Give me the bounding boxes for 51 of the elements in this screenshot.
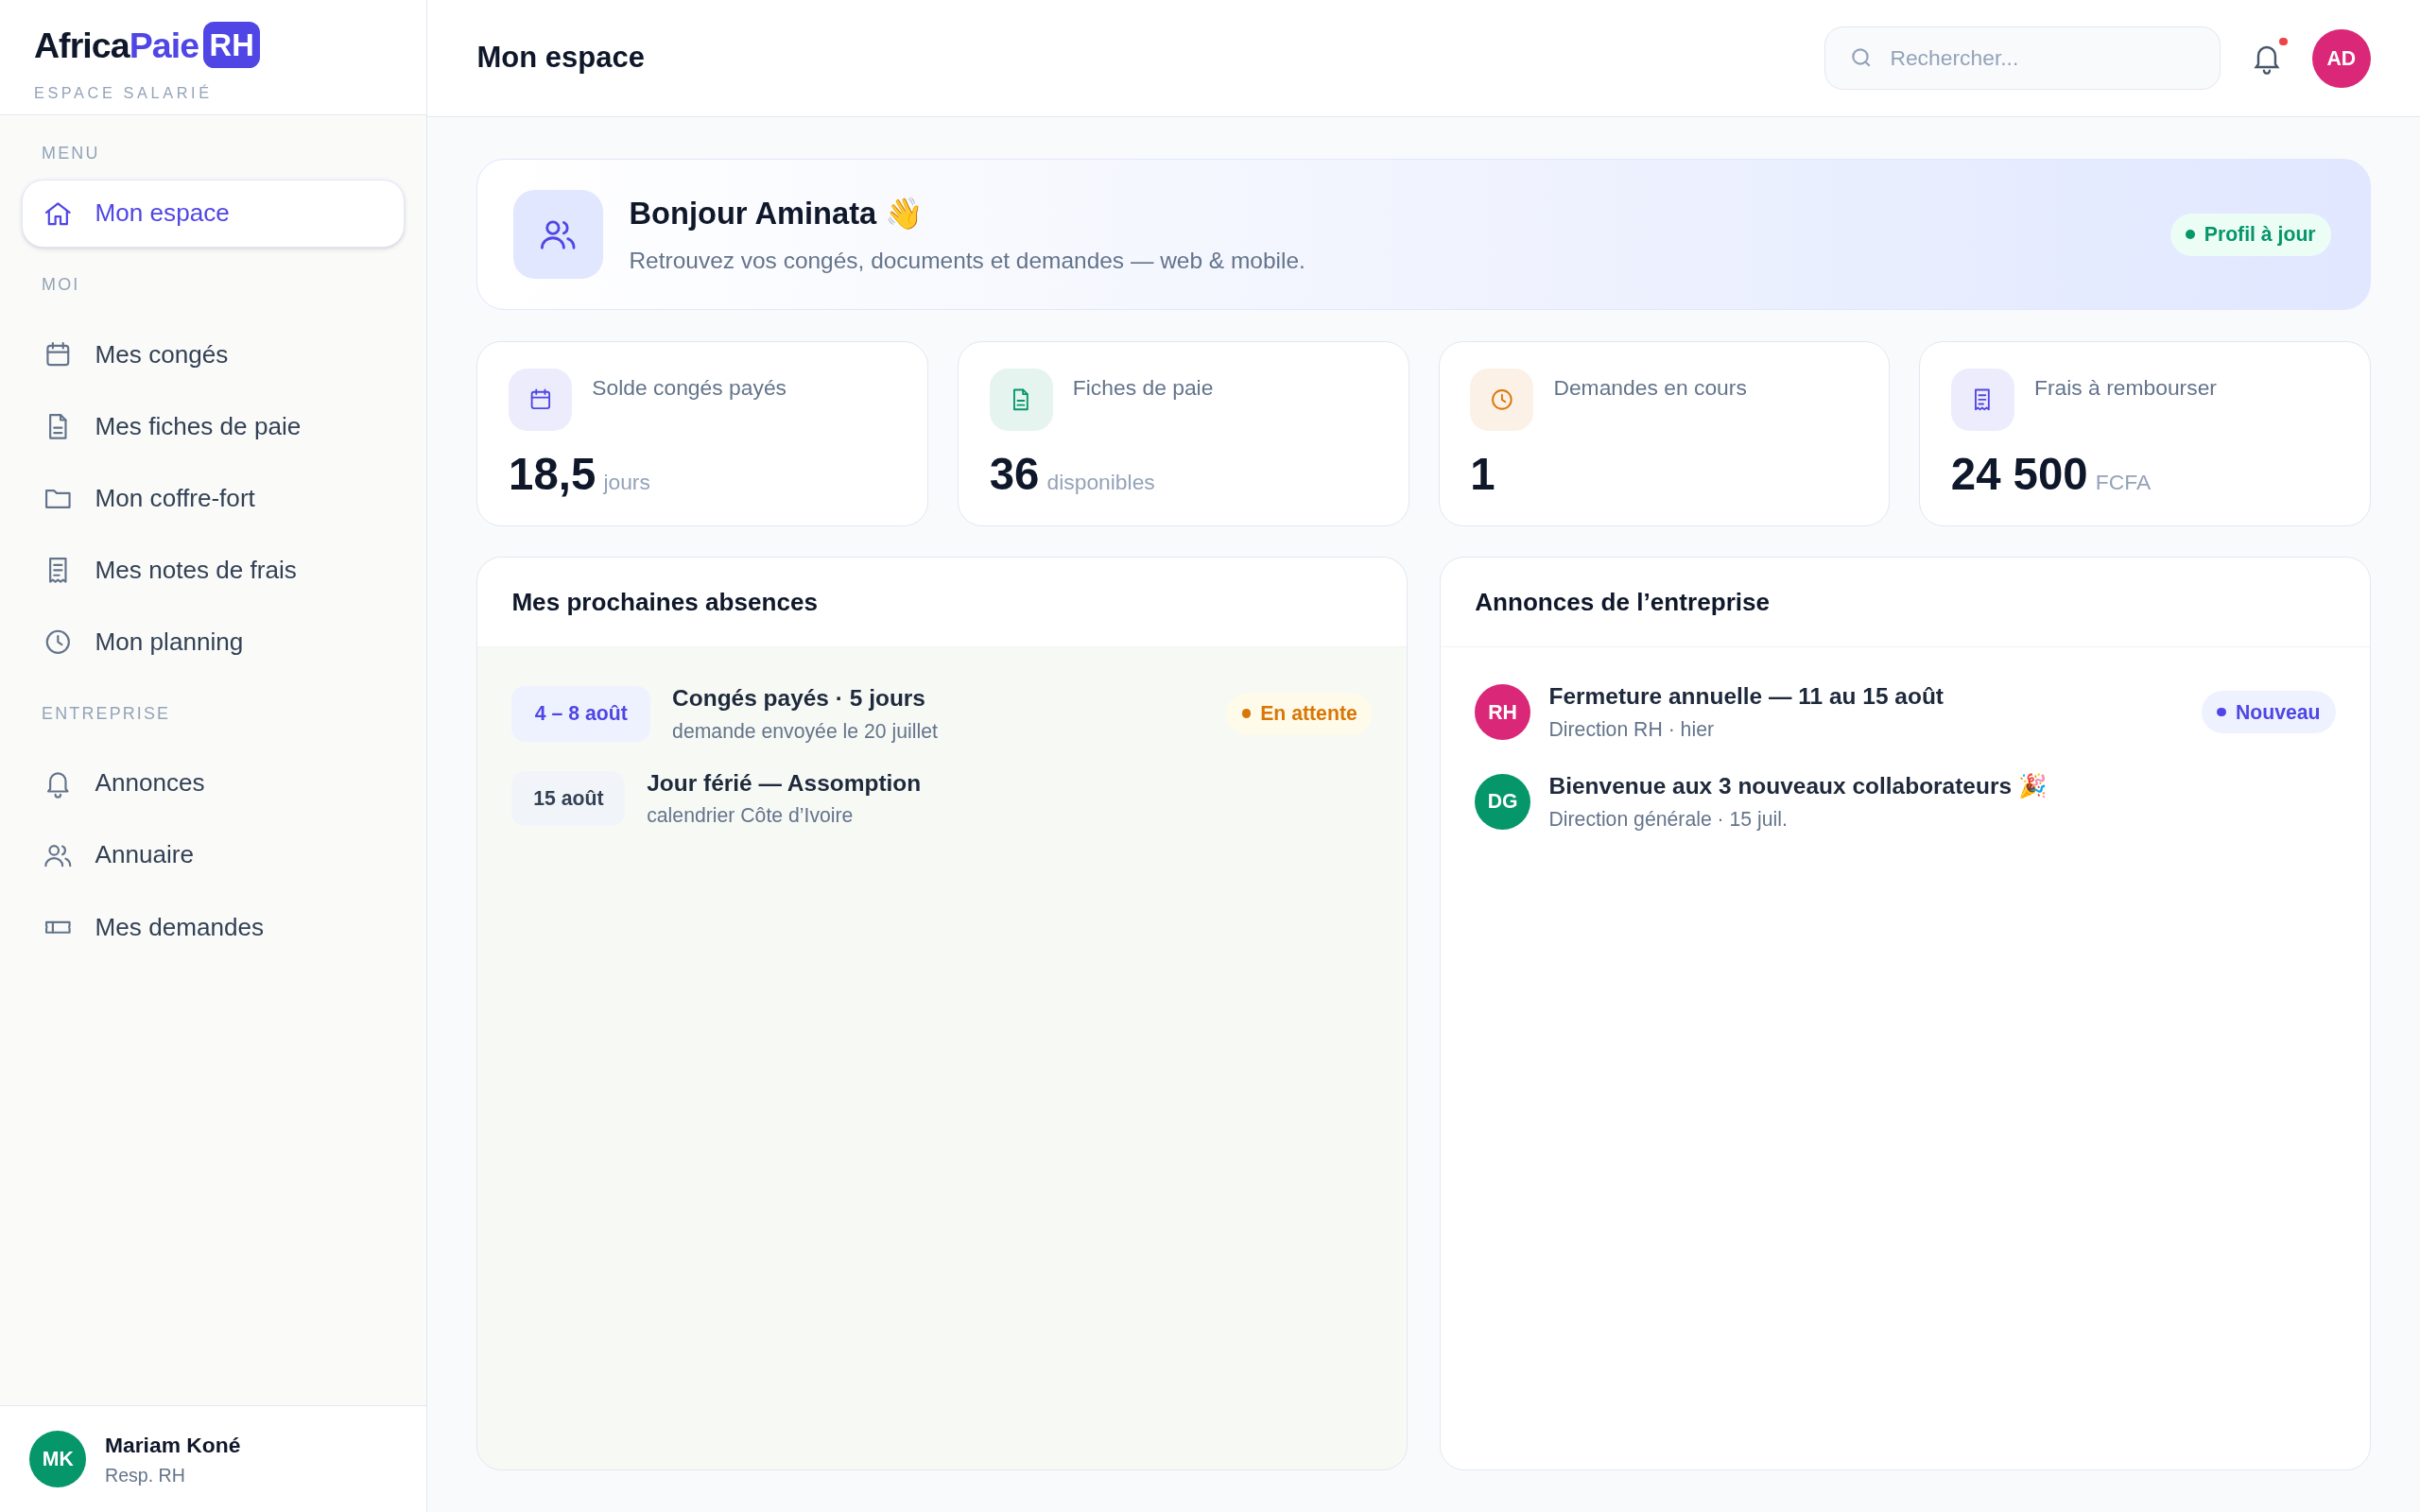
team-icon (513, 189, 603, 280)
user-avatar[interactable]: MK (29, 1430, 87, 1488)
profile-status-badge: Profil à jour (2169, 213, 2331, 256)
status-badge: Nouveau (2202, 691, 2336, 733)
stat-label: Frais à rembourser (2034, 373, 2217, 402)
stat-unit: jours (603, 469, 650, 497)
user-avatar[interactable]: AD (2311, 28, 2371, 88)
stat-value: 36 (989, 448, 1040, 502)
nav-item[interactable]: Mon coffre-fort (21, 464, 406, 533)
stat-label: Demandes en cours (1553, 373, 1747, 402)
stat-label: Fiches de paie (1072, 373, 1214, 402)
panel-title: Mes prochaines absences (511, 586, 818, 618)
section-label: MOI (41, 274, 81, 297)
stat-label: Solde congés payés (592, 373, 786, 402)
nav-item[interactable]: Mes demandes (21, 893, 406, 961)
absence-title: Jour férié — Assomption (647, 768, 923, 798)
stat-unit: FCFA (2095, 469, 2152, 497)
brand-subtitle: ESPACE SALARIÉ (33, 82, 214, 103)
announcement-title: Bienvenue aux 3 nouveaux collaborateurs 🎉 (1548, 771, 2048, 800)
user-name: Mariam Koné (105, 1432, 241, 1460)
nav-item[interactable]: Mes congés (21, 320, 406, 389)
date-chip: 15 août (511, 770, 626, 827)
nav-item[interactable]: Mon planning (21, 608, 406, 677)
announcement-title: Fermeture annuelle — 11 au 15 août (1548, 682, 1945, 712)
status-badge: En attente (1226, 692, 1374, 735)
stat-value: 24 500 (1950, 448, 2088, 502)
author-avatar: DG (1475, 773, 1530, 830)
page-title: Mon espace (476, 40, 646, 77)
stat-value: 18,5 (509, 448, 596, 502)
brand-logo: AfricaPaie RH (33, 18, 393, 72)
nav-item[interactable]: Mes notes de frais (21, 536, 406, 605)
section-label: MENU (41, 142, 101, 164)
absence-detail: calendrier Côte d’Ivoire (647, 803, 855, 829)
search-field[interactable]: Rechercher... (1824, 26, 2221, 90)
nav-item[interactable]: Mon espace (21, 180, 406, 248)
panel-title: Annonces de l’entreprise (1475, 586, 1771, 618)
welcome-title: Bonjour Aminata 👋 (629, 195, 925, 233)
user-role: Resp. RH (105, 1463, 186, 1487)
date-chip: 4 – 8 août (511, 685, 651, 742)
absence-detail: demande envoyée le 20 juillet (672, 718, 939, 745)
announcement-detail: Direction générale · 15 juil. (1548, 806, 1789, 833)
announcement-detail: Direction RH · hier (1548, 717, 1715, 742)
absence-title: Congés payés · 5 jours (672, 683, 926, 713)
welcome-subtitle: Retrouvez vos congés, documents et demandes — web & mobile. (629, 246, 1306, 275)
nav-item[interactable]: Annuaire (21, 821, 406, 889)
author-avatar: RH (1475, 684, 1530, 740)
nav-item[interactable]: Mes fiches de paie (21, 392, 406, 461)
stat-unit: disponibles (1046, 469, 1155, 497)
stat-value: 1 (1470, 448, 1495, 502)
section-label: ENTREPRISE (41, 702, 172, 725)
nav-item[interactable]: Annonces (21, 749, 406, 817)
